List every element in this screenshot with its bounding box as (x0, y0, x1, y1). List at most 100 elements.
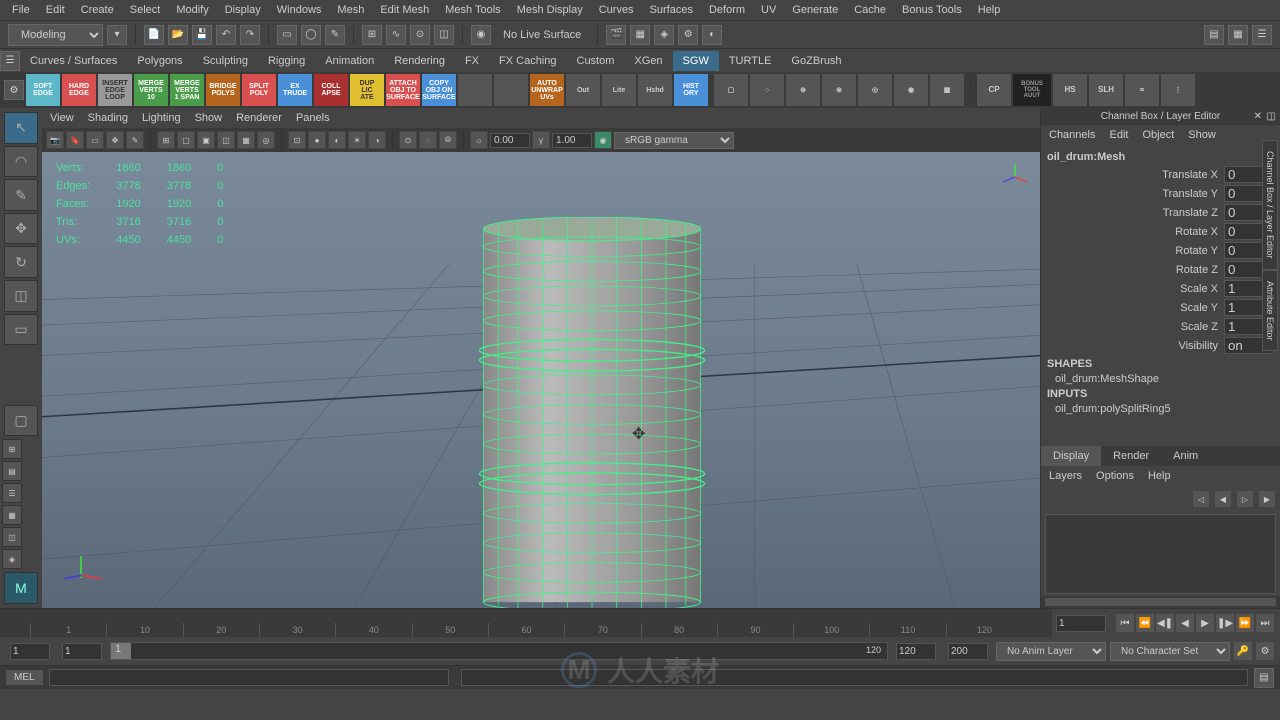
menu-deform[interactable]: Deform (701, 2, 753, 18)
script-language-toggle[interactable]: MEL (6, 670, 43, 685)
shelf-grid2-icon[interactable]: ⊗ (822, 74, 856, 106)
film-gate-icon[interactable]: ▢ (177, 131, 195, 149)
menu-cache[interactable]: Cache (846, 2, 894, 18)
select-mode-icon[interactable]: ▭ (277, 25, 297, 45)
camera-select-icon[interactable]: 📷 (46, 131, 64, 149)
isolate-icon[interactable]: ⊙ (399, 131, 417, 149)
workspace-mode-select[interactable]: Modeling (8, 24, 103, 46)
outliner-view-icon[interactable]: ☰ (2, 483, 22, 503)
shelf-button[interactable]: MERGEVERTS1 SPAN (170, 74, 204, 106)
textured-icon[interactable]: ◐ (328, 131, 346, 149)
shelf-button[interactable] (458, 74, 492, 106)
step-fwd-key-icon[interactable]: ⏩ (1236, 614, 1254, 632)
view-menu-show[interactable]: Show (195, 112, 223, 124)
gate-mask-icon[interactable]: ◫ (217, 131, 235, 149)
layer-down-icon[interactable]: ▷ (1236, 490, 1254, 508)
shelf-button[interactable]: COLLAPSE (314, 74, 348, 106)
shape-node[interactable]: oil_drum:MeshShape (1047, 373, 1274, 385)
shelf-button[interactable]: HARDEDGE (62, 74, 96, 106)
shelf-button[interactable]: INSERTEDGELOOP (98, 74, 132, 106)
prefs-icon[interactable]: ⚙ (1256, 642, 1274, 660)
shelf-button[interactable]: DUPLICATE (350, 74, 384, 106)
menu-display[interactable]: Display (217, 2, 269, 18)
shelf-grid4-icon[interactable]: ◉ (894, 74, 928, 106)
current-frame-field[interactable] (1056, 615, 1106, 632)
shelf-button[interactable]: MERGEVERTS10 (134, 74, 168, 106)
menu-create[interactable]: Create (73, 2, 122, 18)
lasso-tool[interactable]: ◠ (4, 146, 38, 178)
panel-toggle-icon[interactable]: ▦ (1228, 25, 1248, 45)
view-menu-view[interactable]: View (50, 112, 74, 124)
menu-edit-mesh[interactable]: Edit Mesh (372, 2, 437, 18)
menu-help[interactable]: Help (970, 2, 1009, 18)
graph-view-icon[interactable]: ◫ (2, 527, 22, 547)
shelf-button[interactable]: ATTACHOBJ TOSURFACE (386, 74, 420, 106)
new-scene-icon[interactable]: 📄 (144, 25, 164, 45)
play-back-icon[interactable]: ◀ (1176, 614, 1194, 632)
shelf-button[interactable]: HISTORY (674, 74, 708, 106)
shelf-button[interactable]: Out (566, 74, 600, 106)
hypershade-icon[interactable]: ◐ (702, 25, 722, 45)
menu-curves[interactable]: Curves (591, 2, 642, 18)
character-set-select[interactable]: No Character Set (1110, 642, 1230, 661)
undo-icon[interactable]: ↶ (216, 25, 236, 45)
shelf-grid5-icon[interactable]: ▦ (930, 74, 964, 106)
view-menu-shading[interactable]: Shading (88, 112, 128, 124)
selected-object-name[interactable]: oil_drum:Mesh (1047, 149, 1274, 165)
outliner-icon[interactable]: ☰ (1252, 25, 1272, 45)
open-scene-icon[interactable]: 📂 (168, 25, 188, 45)
shelf-button[interactable]: SPLITPOLY (242, 74, 276, 106)
color-space-select[interactable]: sRGB gamma (614, 132, 734, 149)
layer-tab-render[interactable]: Render (1101, 446, 1161, 466)
dropdown-icon[interactable]: ▾ (107, 25, 127, 45)
view-menu-renderer[interactable]: Renderer (236, 112, 282, 124)
gamma-field[interactable] (552, 133, 592, 148)
shelf-tab-fx[interactable]: FX (455, 51, 489, 71)
shelf-hs-icon[interactable]: HS (1053, 74, 1087, 106)
playback-end-field[interactable] (896, 643, 936, 660)
shelf-cp-icon[interactable]: CP (977, 74, 1011, 106)
two-view-icon[interactable]: ▤ (2, 461, 22, 481)
layout-icon[interactable]: ▤ (1204, 25, 1224, 45)
menu-generate[interactable]: Generate (784, 2, 846, 18)
shelf-tab-gozbrush[interactable]: GoZBrush (781, 51, 851, 71)
lasso-icon[interactable]: ◯ (301, 25, 321, 45)
undock-icon[interactable]: ◫ (1267, 111, 1276, 122)
shelf-wire-icon[interactable]: ⌗ (1125, 74, 1159, 106)
step-back-icon[interactable]: ◀❚ (1156, 614, 1174, 632)
2d-pan-icon[interactable]: ✥ (106, 131, 124, 149)
image-plane-icon[interactable]: ▭ (86, 131, 104, 149)
shelf-tab-sgw[interactable]: SGW (673, 51, 719, 71)
shelf-tab-custom[interactable]: Custom (567, 51, 625, 71)
auto-key-icon[interactable]: 🔑 (1234, 642, 1252, 660)
live-surface-icon[interactable]: ◉ (471, 25, 491, 45)
input-node[interactable]: oil_drum:polySplitRing5 (1047, 403, 1274, 415)
rotate-tool[interactable]: ↻ (4, 246, 38, 278)
channel-object-menu[interactable]: Object (1142, 129, 1174, 141)
shelf-tab-xgen[interactable]: XGen (624, 51, 672, 71)
select-tool[interactable]: ↖ (4, 112, 38, 144)
xray-icon[interactable]: ◌ (419, 131, 437, 149)
single-view-icon[interactable]: ▢ (4, 405, 38, 437)
side-tab-attribute-editor[interactable]: Attribute Editor (1262, 270, 1278, 352)
playback-start-field[interactable] (62, 643, 102, 660)
shelf-cube-icon[interactable]: ▢ (714, 74, 748, 106)
shelf-menu-icon[interactable]: ☰ (0, 51, 20, 71)
shelf-button[interactable]: EXTRUDE (278, 74, 312, 106)
paint-select-icon[interactable]: ✎ (325, 25, 345, 45)
menu-surfaces[interactable]: Surfaces (642, 2, 701, 18)
shelf-button[interactable]: BRIDGEPOLYS (206, 74, 240, 106)
range-end-field[interactable] (948, 643, 988, 660)
go-start-icon[interactable]: ⏮ (1116, 614, 1134, 632)
render-frame-icon[interactable]: ▦ (630, 25, 650, 45)
menu-mesh[interactable]: Mesh (329, 2, 372, 18)
menu-file[interactable]: File (4, 2, 38, 18)
range-slider[interactable]: 1 120 (110, 642, 888, 660)
move-tool[interactable]: ✥ (4, 213, 38, 245)
add-layer-icon[interactable]: ▶ (1258, 490, 1276, 508)
panel-scrollbar[interactable] (1045, 598, 1276, 606)
shelf-tab-polygons[interactable]: Polygons (127, 51, 192, 71)
command-input[interactable] (49, 669, 449, 686)
menu-select[interactable]: Select (122, 2, 169, 18)
layer-options-menu[interactable]: Options (1096, 470, 1134, 482)
